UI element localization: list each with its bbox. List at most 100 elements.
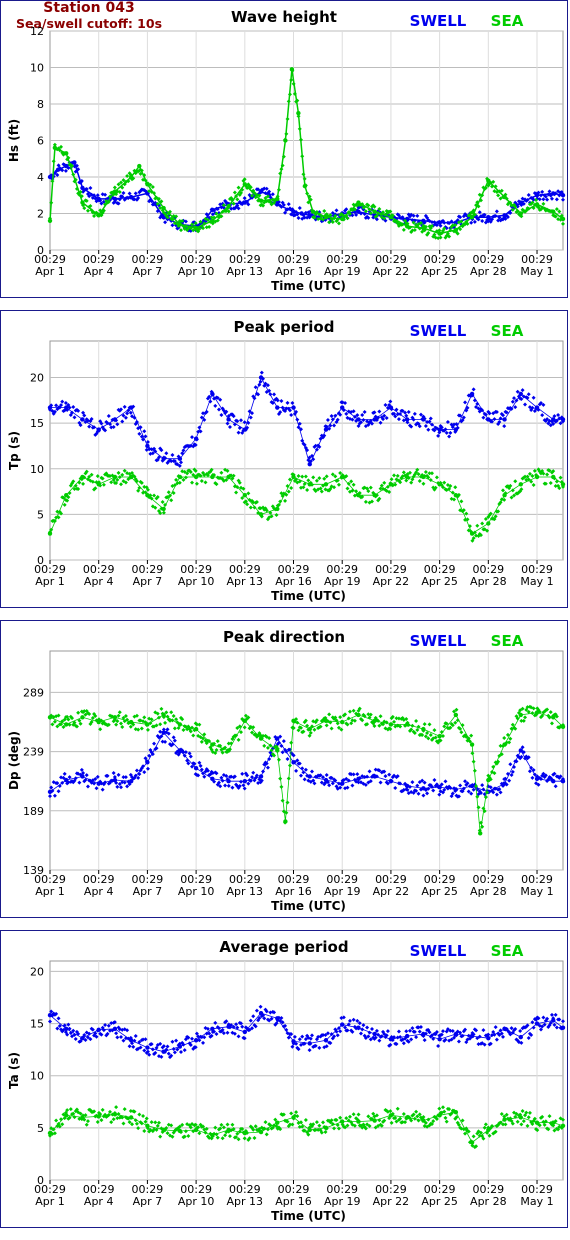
x-tick-date: Apr 28 — [470, 265, 507, 278]
y-tick-label: 12 — [30, 25, 44, 38]
data-point — [96, 1027, 101, 1033]
data-point — [258, 375, 264, 380]
data-point — [47, 1130, 53, 1136]
data-point — [242, 718, 248, 724]
data-point — [502, 213, 507, 218]
data-point — [323, 777, 329, 783]
data-point — [307, 1127, 312, 1133]
data-point — [486, 417, 491, 422]
y-tick-label: 15 — [30, 1018, 44, 1031]
data-point — [47, 531, 53, 536]
data-point — [560, 216, 566, 222]
data-point — [453, 1110, 459, 1115]
data-point — [340, 1119, 345, 1124]
x-tick-date: Apr 4 — [84, 575, 114, 588]
x-tick-date: May 1 — [520, 1195, 553, 1208]
data-point — [404, 783, 410, 789]
data-point — [518, 1034, 523, 1040]
data-point — [258, 1010, 264, 1016]
data-point — [469, 742, 475, 747]
x-tick-date: Apr 22 — [373, 885, 410, 898]
data-point — [372, 1118, 377, 1123]
y-tick-label: 189 — [23, 805, 44, 818]
x-axis-label: Time (UTC) — [271, 589, 346, 603]
data-point — [551, 209, 556, 214]
data-point — [210, 218, 215, 223]
data-point — [258, 189, 264, 194]
data-point — [534, 1021, 540, 1026]
data-point — [340, 405, 345, 410]
data-point — [453, 227, 459, 233]
data-point — [145, 1123, 150, 1128]
data-point — [112, 474, 118, 480]
data-point — [502, 194, 507, 200]
data-point — [551, 417, 556, 422]
data-point — [518, 391, 523, 397]
data-point — [96, 213, 101, 218]
data-point — [96, 196, 101, 202]
data-point — [177, 222, 183, 227]
data-point — [289, 67, 295, 72]
data-point — [72, 160, 77, 165]
y-tick-label: 20 — [30, 372, 44, 385]
data-point — [242, 493, 248, 498]
data-point — [128, 474, 134, 480]
data-point — [55, 167, 61, 172]
y-tick-label: 15 — [30, 417, 44, 430]
chart-title: Peak direction — [223, 628, 345, 646]
x-tick-date: Apr 4 — [84, 885, 114, 898]
data-point — [340, 474, 345, 480]
data-point — [453, 712, 459, 718]
x-tick-date: Apr 25 — [421, 575, 458, 588]
data-point — [193, 726, 199, 732]
data-point — [551, 1120, 556, 1125]
data-point — [275, 405, 280, 410]
y-tick-label: 10 — [30, 62, 44, 75]
data-point — [560, 417, 566, 422]
chart-title: Peak period — [234, 318, 335, 336]
data-point — [372, 718, 377, 724]
data-point — [372, 493, 377, 498]
data-point — [340, 216, 345, 222]
data-point — [356, 1119, 361, 1124]
data-point — [388, 1113, 394, 1118]
data-point — [404, 224, 410, 229]
x-tick-date: Apr 13 — [227, 885, 264, 898]
x-tick-date: Apr 28 — [470, 1195, 507, 1208]
data-point — [388, 482, 394, 487]
data-point — [372, 209, 377, 214]
data-point — [112, 1026, 118, 1031]
data-point — [137, 163, 142, 169]
data-point — [80, 715, 85, 720]
data-point — [307, 213, 312, 218]
data-point — [193, 1127, 199, 1133]
data-point — [242, 1130, 248, 1136]
data-point — [469, 1140, 475, 1145]
x-tick-date: Apr 19 — [324, 265, 361, 278]
data-point — [421, 225, 426, 231]
legend-sea: SEA — [491, 632, 524, 650]
y-tick-label: 289 — [23, 686, 44, 699]
x-tick-date: Apr 1 — [35, 1195, 65, 1208]
data-point — [310, 209, 316, 214]
data-point — [307, 726, 312, 732]
data-point — [258, 774, 264, 779]
data-point — [291, 474, 296, 480]
data-point — [145, 182, 150, 187]
data-point — [145, 493, 150, 498]
data-point — [502, 493, 507, 498]
data-point — [242, 200, 248, 205]
y-tick-label: 20 — [30, 965, 44, 978]
data-point — [226, 417, 231, 422]
data-point — [210, 1026, 215, 1031]
data-point — [80, 1035, 85, 1041]
data-point — [64, 1026, 69, 1031]
data-point — [478, 831, 483, 836]
data-point — [96, 427, 101, 432]
data-point — [96, 1114, 101, 1119]
data-point — [323, 718, 329, 724]
x-tick-date: Apr 25 — [421, 1195, 458, 1208]
data-point — [551, 715, 556, 720]
data-point — [437, 427, 442, 432]
data-point — [64, 151, 69, 156]
